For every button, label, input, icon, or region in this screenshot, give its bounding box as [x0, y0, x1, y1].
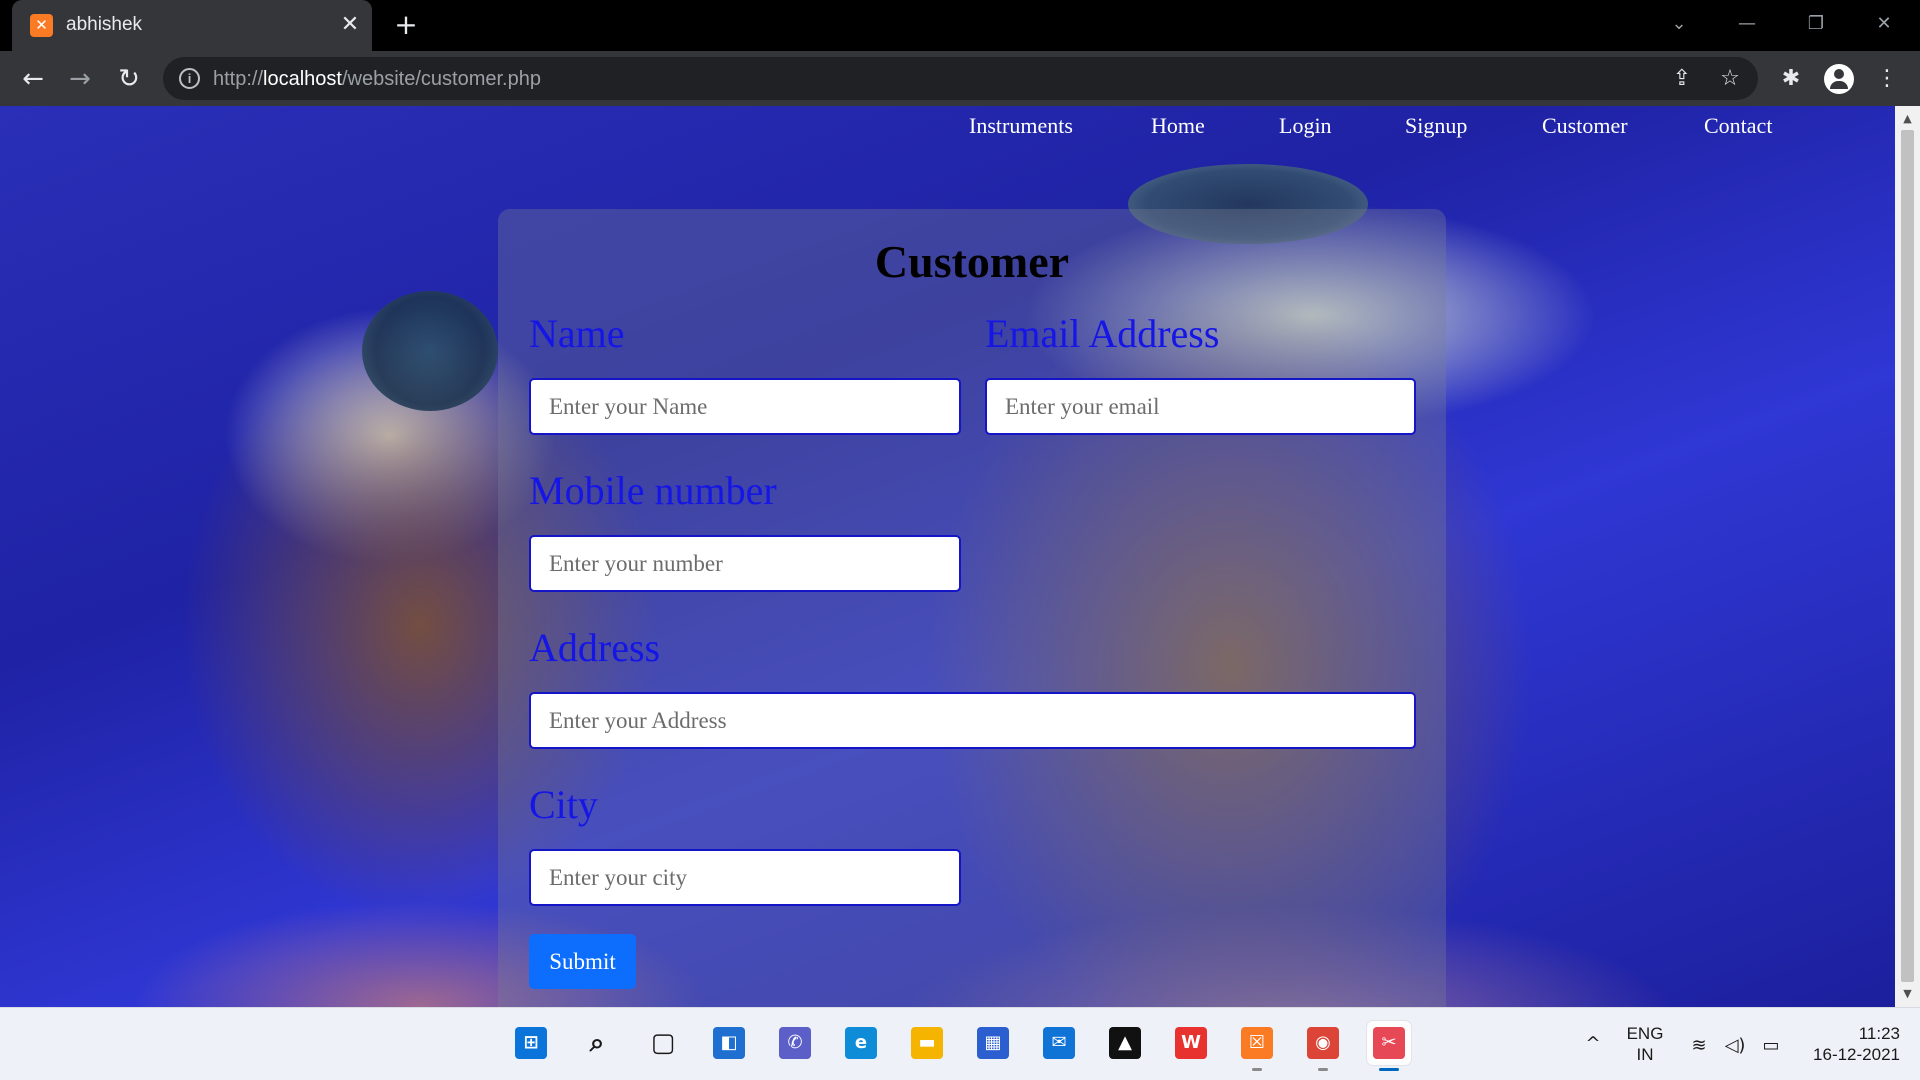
bookmark-star-icon[interactable]: ☆ [1716, 65, 1744, 93]
address-input[interactable] [529, 692, 1416, 749]
volume-icon[interactable]: ◁) [1722, 1034, 1748, 1058]
taskbar-app-chrome[interactable]: ◉ [1301, 1021, 1345, 1071]
mail-icon: ✉ [1043, 1027, 1075, 1059]
clock-time: 11:23 [1858, 1024, 1900, 1043]
browser-menu-icon[interactable]: ⋮ [1872, 64, 1902, 94]
browser-tab[interactable]: ✕ abhishek ✕ [12, 0, 372, 51]
taskbar-app-wps-office[interactable]: W [1169, 1021, 1213, 1065]
nav-link-contact[interactable]: Contact [1704, 113, 1772, 139]
address-bar[interactable]: i http://localhost/website/customer.php … [163, 57, 1758, 100]
name-label: Name [529, 311, 625, 356]
edge-icon: e [845, 1027, 877, 1059]
share-icon[interactable]: ⇪ [1668, 65, 1696, 93]
nav-link-instruments[interactable]: Instruments [969, 113, 1073, 139]
windows-taskbar: ⊞ ⌕ ▢ ◧ ✆ e ▬ ▦ ✉ ▲ W ☒ ◉ ✂ ^ ENG IN ≋ ◁) ▭ 11:23 16-… [0, 1007, 1920, 1080]
clock[interactable]: 11:23 16-12-2021 [1800, 1023, 1900, 1065]
nav-link-customer[interactable]: Customer [1542, 113, 1628, 139]
chrome-icon: ◉ [1307, 1027, 1339, 1059]
new-tab-button[interactable]: + [390, 9, 422, 41]
city-input[interactable] [529, 849, 961, 906]
running-indicator [1318, 1068, 1328, 1071]
url-host: localhost [263, 68, 342, 90]
chat-icon: ✆ [779, 1027, 811, 1059]
scrollbar-thumb[interactable] [1901, 130, 1914, 982]
taskbar-app-task-view[interactable]: ▢ [641, 1021, 685, 1065]
taskbar-app-store[interactable]: ▦ [971, 1021, 1015, 1065]
tab-search-icon[interactable]: ⌄ [1659, 8, 1699, 40]
taskbar-app-mail[interactable]: ✉ [1037, 1021, 1081, 1065]
profile-avatar-icon[interactable] [1824, 64, 1854, 94]
inkscape-icon: ▲ [1109, 1027, 1141, 1059]
snipping-tool-icon: ✂ [1373, 1027, 1405, 1059]
email-label: Email Address [985, 311, 1220, 356]
extensions-icon[interactable]: ✱ [1776, 64, 1806, 94]
search-icon: ⌕ [589, 1028, 605, 1058]
taskbar-app-edge[interactable]: e [839, 1021, 883, 1065]
site-info-icon[interactable]: i [179, 68, 200, 89]
reload-icon[interactable]: ↻ [112, 62, 146, 96]
language-code: ENG [1626, 1024, 1664, 1043]
file-explorer-icon: ▬ [911, 1027, 943, 1059]
start-icon: ⊞ [515, 1027, 547, 1059]
url-scheme: http:// [213, 68, 264, 90]
language-region: IN [1636, 1045, 1654, 1064]
browser-toolbar: ← → ↻ i http://localhost/website/custome… [0, 51, 1920, 106]
running-indicator [1252, 1068, 1262, 1071]
nav-link-login[interactable]: Login [1279, 113, 1332, 139]
email-input[interactable] [985, 378, 1416, 435]
name-input[interactable] [529, 378, 961, 435]
store-icon: ▦ [977, 1027, 1009, 1059]
site-navigation: Instruments Home Login Signup Customer C… [0, 106, 1895, 146]
clock-date: 16-12-2021 [1813, 1045, 1900, 1064]
mobile-label: Mobile number [529, 468, 777, 513]
task-view-icon: ▢ [650, 1028, 676, 1058]
scroll-down-arrow-icon[interactable]: ▼ [1895, 983, 1920, 1005]
page-viewport: Instruments Home Login Signup Customer C… [0, 106, 1895, 1007]
running-indicator [1379, 1068, 1399, 1071]
wps-office-icon: W [1175, 1027, 1207, 1059]
tab-title: abhishek [66, 14, 143, 35]
taskbar-app-start[interactable]: ⊞ [509, 1021, 553, 1065]
url-path: /website/customer.php [341, 68, 541, 90]
widgets-icon: ◧ [713, 1027, 745, 1059]
battery-icon[interactable]: ▭ [1758, 1034, 1784, 1058]
taskbar-app-widgets[interactable]: ◧ [707, 1021, 751, 1065]
city-label: City [529, 782, 598, 827]
mobile-input[interactable] [529, 535, 961, 592]
page-scrollbar[interactable]: ▲ ▼ [1895, 106, 1920, 1007]
url-text[interactable]: http://localhost/website/customer.php [213, 68, 541, 91]
language-indicator[interactable]: ENG IN [1620, 1023, 1670, 1065]
submit-button[interactable]: Submit [529, 934, 636, 989]
taskbar-app-xampp[interactable]: ☒ [1235, 1021, 1279, 1071]
close-tab-icon[interactable]: ✕ [334, 9, 366, 41]
xampp-favicon-icon: ✕ [30, 14, 53, 37]
back-icon[interactable]: ← [16, 62, 50, 96]
taskbar-app-inkscape[interactable]: ▲ [1103, 1021, 1147, 1065]
taskbar-app-search[interactable]: ⌕ [575, 1021, 619, 1065]
tray-chevron-icon[interactable]: ^ [1580, 1032, 1606, 1056]
close-window-button[interactable]: ✕ [1864, 8, 1904, 40]
restore-button[interactable]: ❐ [1796, 8, 1836, 40]
nav-link-signup[interactable]: Signup [1405, 113, 1467, 139]
background-drum-small [362, 291, 498, 411]
customer-form: Customer Name Email Address Mobile numbe… [498, 209, 1446, 1007]
taskbar-app-snipping-tool[interactable]: ✂ [1367, 1021, 1411, 1071]
minimize-button[interactable]: — [1727, 8, 1767, 40]
taskbar-app-file-explorer[interactable]: ▬ [905, 1021, 949, 1065]
forward-icon[interactable]: → [63, 62, 97, 96]
scroll-up-arrow-icon[interactable]: ▲ [1895, 108, 1920, 130]
taskbar-app-chat[interactable]: ✆ [773, 1021, 817, 1065]
xampp-icon: ☒ [1241, 1027, 1273, 1059]
browser-tab-bar: ✕ abhishek ✕ + ⌄ — ❐ ✕ [0, 0, 1920, 51]
address-label: Address [529, 625, 661, 670]
wifi-icon[interactable]: ≋ [1686, 1034, 1712, 1058]
form-title: Customer [874, 236, 1070, 287]
nav-link-home[interactable]: Home [1151, 113, 1205, 139]
